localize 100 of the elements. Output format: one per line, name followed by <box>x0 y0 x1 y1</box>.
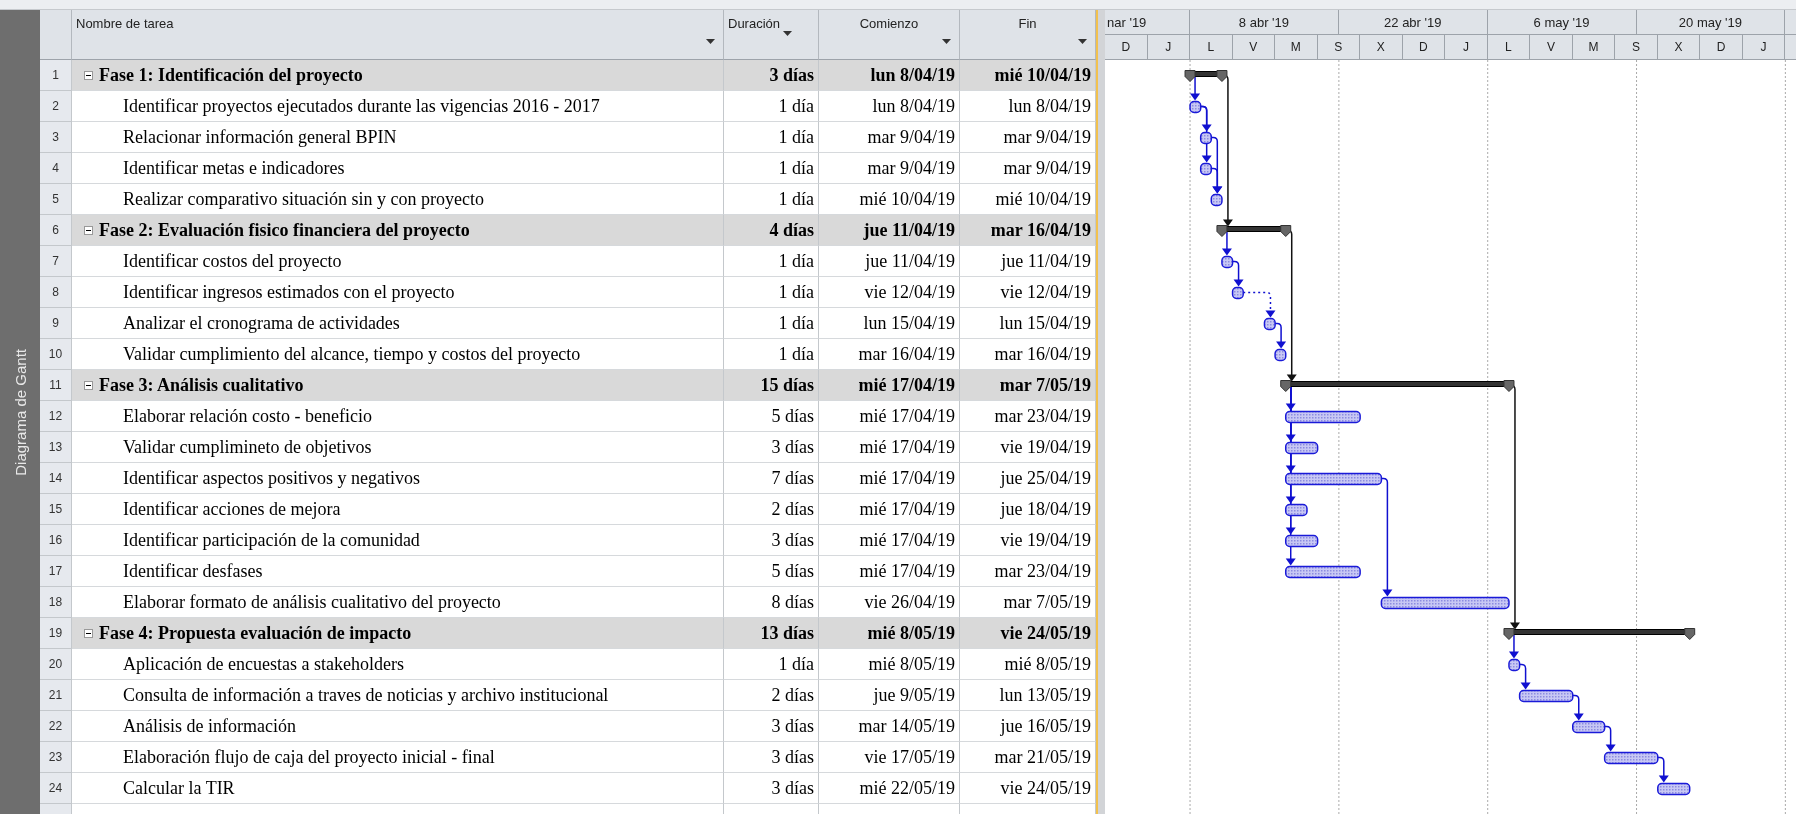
start-date-cell: mié 17/04/19 <box>819 370 960 401</box>
task-name: Calcular la TIR <box>72 773 724 804</box>
task-bar[interactable] <box>1221 255 1234 269</box>
start-date-cell: mié 17/04/19 <box>819 494 960 525</box>
dependency-arrow <box>1221 229 1232 256</box>
duration-cell: 1 día <box>724 308 819 339</box>
timescale-label: L <box>1487 35 1531 59</box>
summary-task-name: Fase 4: Propuesta evaluación de impacto <box>99 622 412 644</box>
summary-bar[interactable] <box>1216 225 1292 237</box>
duration-cell: 3 días <box>724 60 819 91</box>
duration-cell: 3 días <box>724 711 819 742</box>
task-bar[interactable] <box>1508 658 1521 672</box>
task-name: Relacionar información general BPIN <box>72 122 724 153</box>
task-bar[interactable] <box>1603 751 1659 765</box>
start-date-cell: jue 11/04/19 <box>819 215 960 246</box>
duration-cell: 1 día <box>724 649 819 680</box>
row-number: 12 <box>40 401 72 432</box>
duration-cell: 1 día <box>724 122 819 153</box>
duration-cell: 1 día <box>724 91 819 122</box>
task-bar[interactable] <box>1284 565 1361 579</box>
task-bar[interactable] <box>1284 503 1308 517</box>
task-name: Identificar ingresos estimados con el proyecto <box>72 277 724 308</box>
start-date-cell: mié 17/04/19 <box>819 463 960 494</box>
finish-date-cell: vie 24/05/19 <box>960 618 1096 649</box>
task-name: Elaborar relación costo - beneficio <box>72 401 724 432</box>
task-name: Análisis de información <box>72 711 724 742</box>
timescale-label: M <box>1275 35 1318 59</box>
task-bar[interactable] <box>1274 348 1287 362</box>
start-date-cell: jue 11/04/19 <box>819 246 960 277</box>
start-date-cell: lun 8/04/19 <box>819 91 960 122</box>
dependency-arrow <box>1657 756 1669 783</box>
row-number: 24 <box>40 773 72 804</box>
timescale-label: J <box>1445 35 1488 59</box>
summary-task-name: Fase 2: Evaluación fisico financiera del proyecto <box>99 219 470 241</box>
task-name: Consulta de información a traves de noticias y archivo institucional <box>72 680 724 711</box>
task-bar[interactable] <box>1284 534 1319 548</box>
finish-date-cell: mar 16/04/19 <box>960 215 1096 246</box>
row-number: 22 <box>40 711 72 742</box>
task-bar[interactable] <box>1199 131 1213 145</box>
row-number: 3 <box>40 122 72 153</box>
task-bar[interactable] <box>1518 689 1574 703</box>
timescale-label: V <box>1232 35 1276 59</box>
timescale-label: D <box>1105 35 1148 59</box>
task-bar[interactable] <box>1572 720 1606 734</box>
task-bar[interactable] <box>1199 162 1213 176</box>
row-number: 2 <box>40 91 72 122</box>
row-number: 5 <box>40 184 72 215</box>
collapse-icon[interactable] <box>84 628 93 638</box>
timescale-label: J <box>1147 35 1191 59</box>
timescale-label: X <box>1360 35 1403 59</box>
task-bar[interactable] <box>1380 596 1510 610</box>
summary-bar[interactable] <box>1503 628 1696 640</box>
duration-cell: 1 día <box>724 277 819 308</box>
task-bar[interactable] <box>1263 317 1276 331</box>
dropdown-icon[interactable] <box>783 31 793 36</box>
task-bar[interactable] <box>1284 441 1319 455</box>
dependency-arrow <box>1572 694 1584 721</box>
row-number: 19 <box>40 618 72 649</box>
row-number: 17 <box>40 556 72 587</box>
row-number: 9 <box>40 308 72 339</box>
timescale-label: X <box>1657 35 1701 59</box>
view-label: Diagrama de Gantt <box>11 348 29 476</box>
summary-bar[interactable] <box>1280 380 1515 392</box>
dropdown-icon[interactable] <box>1078 39 1087 44</box>
duration-cell: 15 días <box>724 370 819 401</box>
timescale-label: 22 abr '19 <box>1338 10 1488 34</box>
task-name: Identificar acciones de mejora <box>72 494 724 525</box>
timescale-label: S <box>1615 35 1658 59</box>
task-name: Aplicación de encuestas a stakeholders <box>72 649 724 680</box>
start-date-cell: lun 15/04/19 <box>819 308 960 339</box>
task-name: Elaboración flujo de caja del proyecto inicial - final <box>72 742 724 773</box>
dropdown-icon[interactable] <box>706 39 715 44</box>
summary-bar[interactable] <box>1184 70 1228 82</box>
task-bar[interactable] <box>1284 472 1383 486</box>
dropdown-icon[interactable] <box>942 39 951 44</box>
task-name: Identificar metas e indicadores <box>72 153 724 184</box>
collapse-icon[interactable] <box>84 380 93 390</box>
task-name: Identificar aspectos positivos y negativos <box>72 463 724 494</box>
duration-cell: 3 días <box>724 773 819 804</box>
start-date-cell: mié 17/04/19 <box>819 556 960 587</box>
start-date-cell: mar 9/04/19 <box>819 153 960 184</box>
task-bar[interactable] <box>1189 100 1202 114</box>
task-name: Identificar costos del proyecto <box>72 246 724 277</box>
collapse-icon[interactable] <box>84 70 93 80</box>
row-number: 1 <box>40 60 72 91</box>
task-bar[interactable] <box>1210 193 1223 207</box>
row-number: 20 <box>40 649 72 680</box>
duration-cell: 5 días <box>724 401 819 432</box>
timescale-label: 20 may '19 <box>1636 10 1786 34</box>
collapse-icon[interactable] <box>84 225 93 235</box>
row-number: 7 <box>40 246 72 277</box>
task-bar[interactable] <box>1284 410 1361 424</box>
timescale-label: V <box>1530 35 1573 59</box>
timescale-label: L <box>1190 35 1233 59</box>
task-bar[interactable] <box>1231 286 1244 300</box>
duration-cell: 3 días <box>724 432 819 463</box>
task-bar[interactable] <box>1657 782 1691 796</box>
dependency-arrow <box>1508 632 1519 659</box>
timescale-label: 8 abr '19 <box>1190 10 1339 34</box>
row-number: 21 <box>40 680 72 711</box>
